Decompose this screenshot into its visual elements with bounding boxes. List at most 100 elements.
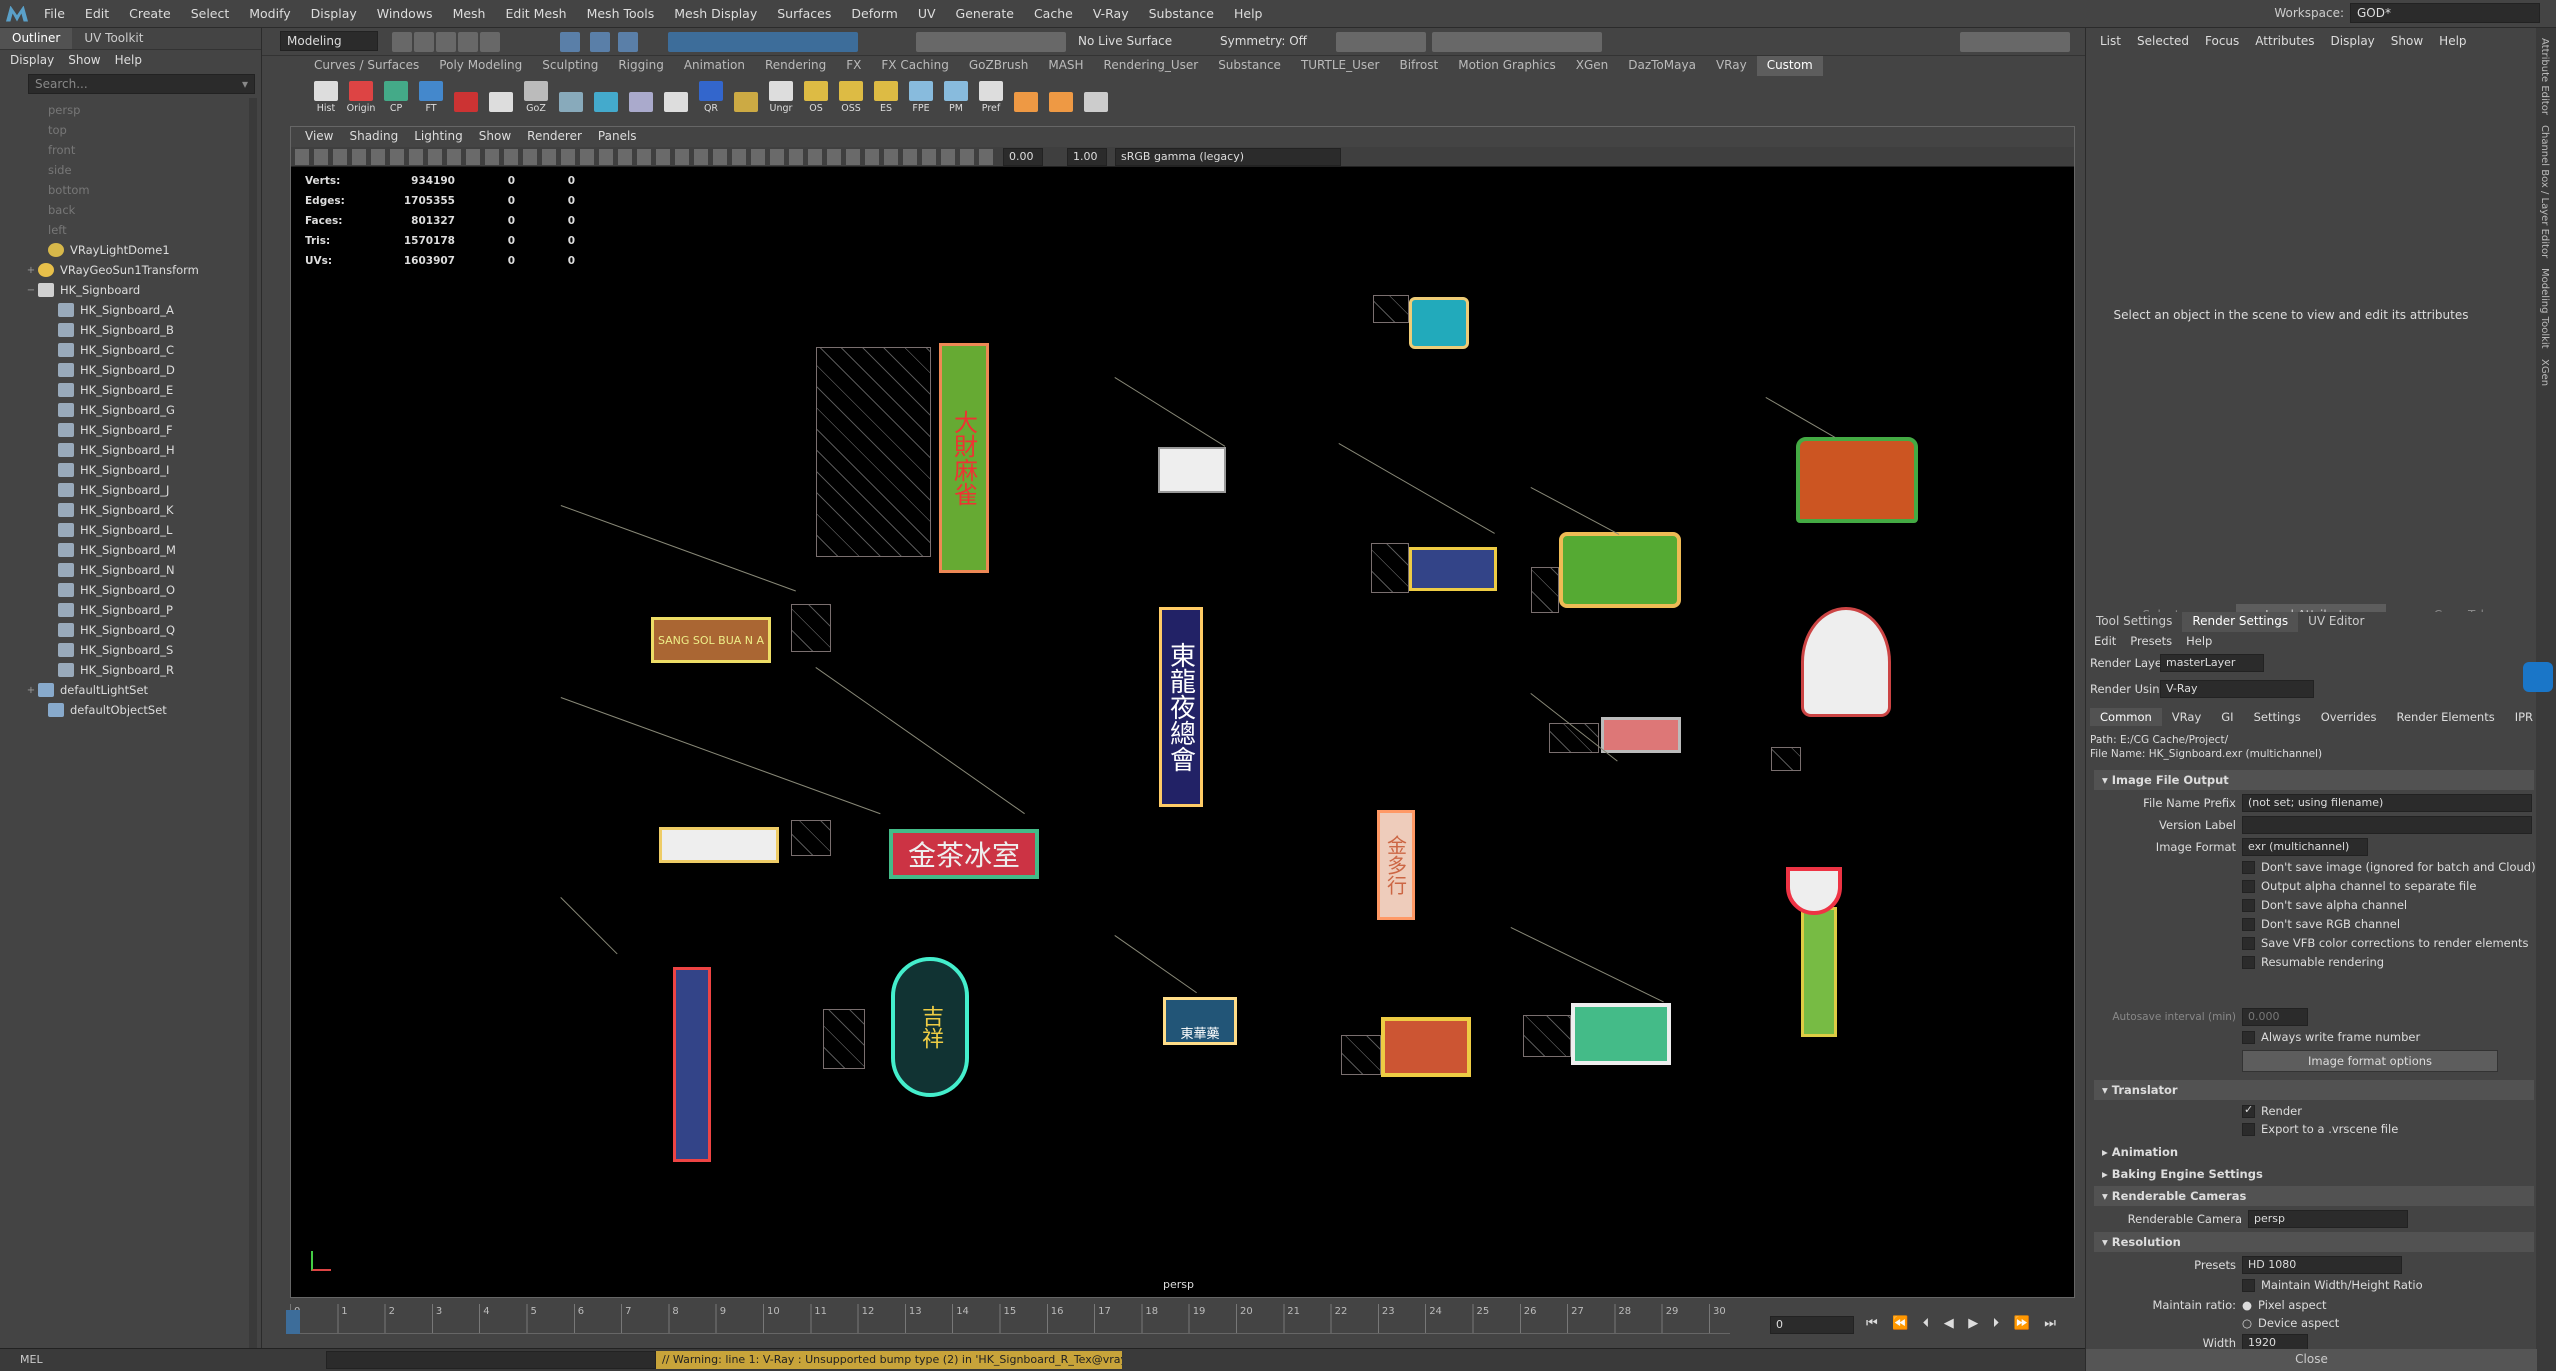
- step-forward-icon[interactable]: ⏵: [1993, 1316, 2000, 1334]
- menu-windows[interactable]: Windows: [367, 6, 443, 21]
- option-checkbox[interactable]: [2242, 898, 2255, 912]
- shelf-tab-vray[interactable]: VRay: [1706, 56, 1757, 76]
- workspace-dropdown[interactable]: GOD*: [2350, 3, 2540, 23]
- shelf-button[interactable]: Ungr: [765, 78, 797, 114]
- menu-display[interactable]: Display: [301, 6, 367, 21]
- tab-uv-toolkit[interactable]: UV Toolkit: [72, 28, 155, 49]
- option-checkbox[interactable]: [2242, 955, 2255, 969]
- menu-substance[interactable]: Substance: [1139, 6, 1224, 21]
- save-scene-icon[interactable]: [436, 32, 456, 52]
- play-back-icon[interactable]: ◀: [1944, 1316, 1954, 1334]
- live-surface-label[interactable]: No Live Surface: [1072, 32, 1182, 52]
- shelf-button[interactable]: [1045, 78, 1077, 114]
- render-subtab-settings[interactable]: Settings: [2244, 708, 2311, 726]
- outliner-menu-show[interactable]: Show: [68, 53, 100, 67]
- section-animation[interactable]: ▸ Animation: [2094, 1142, 2534, 1162]
- render-layer-dropdown[interactable]: masterLayer: [2160, 654, 2264, 672]
- menu-surfaces[interactable]: Surfaces: [767, 6, 841, 21]
- outliner-item-hk-signboard-j[interactable]: HK_Signboard_J: [24, 480, 261, 500]
- outliner-item-hk-signboard-e[interactable]: HK_Signboard_E: [24, 380, 261, 400]
- shelf-tab-motion-graphics[interactable]: Motion Graphics: [1448, 56, 1566, 76]
- render-subtab-render-elements[interactable]: Render Elements: [2387, 708, 2505, 726]
- render-menu-edit[interactable]: Edit: [2094, 634, 2116, 648]
- outliner-item-hk-signboard-g[interactable]: HK_Signboard_G: [24, 400, 261, 420]
- maya-logo-icon[interactable]: [6, 5, 28, 22]
- outliner-item-hk-signboard-k[interactable]: HK_Signboard_K: [24, 500, 261, 520]
- render-subtab-vray[interactable]: VRay: [2162, 708, 2211, 726]
- exposure-field[interactable]: 0.00: [1003, 148, 1043, 166]
- mode-dropdown[interactable]: Modeling: [280, 31, 378, 51]
- outliner-item-hk-signboard-a[interactable]: HK_Signboard_A: [24, 300, 261, 320]
- open-scene-icon[interactable]: [414, 32, 434, 52]
- shelf-button[interactable]: ES: [870, 78, 902, 114]
- side-tab-modeling-toolkit[interactable]: Modeling Toolkit: [2539, 268, 2550, 349]
- shelf-button[interactable]: Pref: [975, 78, 1007, 114]
- command-input[interactable]: [326, 1351, 656, 1369]
- menu-mesh-display[interactable]: Mesh Display: [664, 6, 767, 21]
- outliner-item-hk-signboard-i[interactable]: HK_Signboard_I: [24, 460, 261, 480]
- render-menu-presets[interactable]: Presets: [2130, 634, 2172, 648]
- shelf-tab-rendering[interactable]: Rendering: [755, 56, 836, 76]
- shelf-button[interactable]: [660, 78, 692, 114]
- shelf-button[interactable]: [625, 78, 657, 114]
- shelf-button[interactable]: [590, 78, 622, 114]
- image-output-option[interactable]: Save VFB color corrections to render ele…: [2242, 936, 2529, 950]
- outliner-menu-display[interactable]: Display: [10, 53, 54, 67]
- shelf-tab-fx[interactable]: FX: [836, 56, 871, 76]
- image-output-option[interactable]: Resumable rendering: [2242, 955, 2384, 969]
- tab-outliner[interactable]: Outliner: [0, 28, 73, 49]
- outliner-item-vraygeosun1transform[interactable]: + VRayGeoSun1Transform: [24, 260, 261, 280]
- shelf-button[interactable]: Hist: [310, 78, 342, 114]
- outliner-item-left[interactable]: left: [24, 220, 261, 240]
- outliner-item-hk-signboard-q[interactable]: HK_Signboard_Q: [24, 620, 261, 640]
- option-checkbox[interactable]: [2242, 936, 2255, 950]
- render-subtab-common[interactable]: Common: [2090, 708, 2162, 726]
- shelf-tab-mash[interactable]: MASH: [1038, 56, 1093, 76]
- pixel-aspect-radio[interactable]: ●: [2242, 1298, 2252, 1312]
- outliner-item-hk-signboard[interactable]: − HK_Signboard: [24, 280, 261, 300]
- attr-menu-focus[interactable]: Focus: [2197, 34, 2247, 48]
- shelf-tab-animation[interactable]: Animation: [674, 56, 755, 76]
- viewport-persp[interactable]: View Shading Lighting Show Renderer Panels 0.…: [290, 126, 2075, 1298]
- shelf-button[interactable]: [730, 78, 762, 114]
- outliner-item-hk-signboard-r[interactable]: HK_Signboard_R: [24, 660, 261, 680]
- menu-edit[interactable]: Edit: [75, 6, 119, 21]
- menu-help[interactable]: Help: [1224, 6, 1273, 21]
- shelf-tab-rendering-user[interactable]: Rendering_User: [1094, 56, 1209, 76]
- gamma-field[interactable]: 1.00: [1067, 148, 1107, 166]
- outliner-item-hk-signboard-p[interactable]: HK_Signboard_P: [24, 600, 261, 620]
- attr-menu-help[interactable]: Help: [2431, 34, 2474, 48]
- viewport-menu-panels[interactable]: Panels: [590, 127, 645, 147]
- render-checkbox[interactable]: [2242, 1103, 2255, 1118]
- option-checkbox[interactable]: [2242, 917, 2255, 931]
- tab-render-settings[interactable]: Render Settings: [2182, 612, 2299, 632]
- new-scene-icon[interactable]: [392, 32, 412, 52]
- shelf-tab-xgen[interactable]: XGen: [1566, 56, 1619, 76]
- shelf-tab-curves-surfaces[interactable]: Curves / Surfaces: [304, 56, 429, 76]
- attr-menu-attributes[interactable]: Attributes: [2247, 34, 2322, 48]
- shelf-tab-daztomaya[interactable]: DazToMaya: [1618, 56, 1706, 76]
- menu-create[interactable]: Create: [119, 6, 181, 21]
- close-button[interactable]: Close: [2086, 1349, 2537, 1371]
- outliner-item-hk-signboard-l[interactable]: HK_Signboard_L: [24, 520, 261, 540]
- shelf-button[interactable]: OS: [800, 78, 832, 114]
- menu-mesh-tools[interactable]: Mesh Tools: [577, 6, 665, 21]
- history-icons[interactable]: [1336, 32, 1426, 52]
- step-back-icon[interactable]: ⏴: [1923, 1316, 1930, 1334]
- image-format-dropdown[interactable]: exr (multichannel): [2242, 838, 2368, 856]
- outliner-item-back[interactable]: back: [24, 200, 261, 220]
- snap-icons[interactable]: [916, 32, 1066, 52]
- outliner-item-top[interactable]: top: [24, 120, 261, 140]
- side-tab-channel-box[interactable]: Channel Box / Layer Editor: [2539, 125, 2550, 258]
- image-output-option[interactable]: Don't save RGB channel: [2242, 917, 2400, 931]
- menu-cache[interactable]: Cache: [1024, 6, 1083, 21]
- side-tab-attribute-editor[interactable]: Attribute Editor: [2539, 38, 2550, 115]
- select-object-icon[interactable]: [590, 32, 610, 52]
- viewport-menu-show[interactable]: Show: [471, 127, 519, 147]
- mel-label[interactable]: MEL: [0, 1349, 60, 1371]
- shelf-tab-gozbrush[interactable]: GoZBrush: [959, 56, 1039, 76]
- outliner-item-hk-signboard-f[interactable]: HK_Signboard_F: [24, 420, 261, 440]
- current-frame-field[interactable]: 0: [1770, 1316, 1854, 1334]
- undo-icon[interactable]: [458, 32, 478, 52]
- render-icons[interactable]: [1432, 32, 1602, 52]
